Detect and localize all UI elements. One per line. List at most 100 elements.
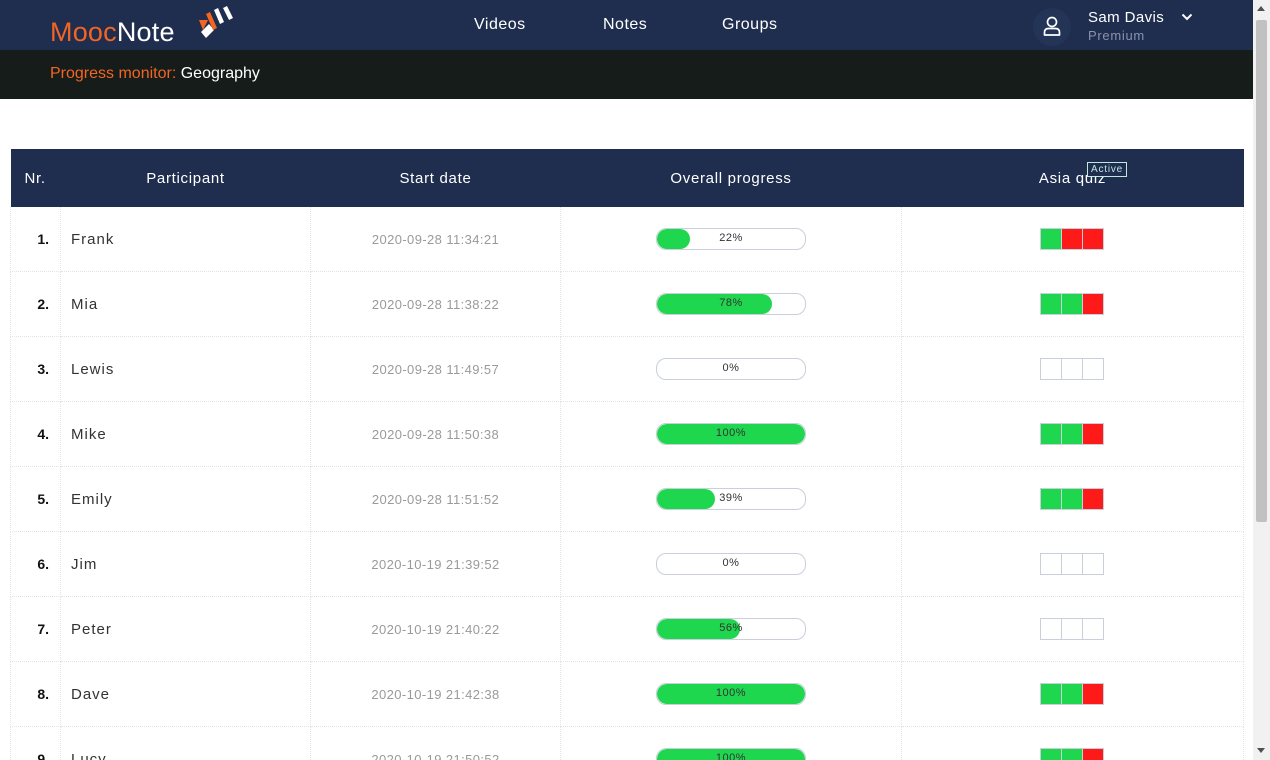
top-navbar: MoocNote Videos Notes Groups Sam Davis [0,0,1253,50]
table-row[interactable]: 4. Mike 2020-09-28 11:50:38 100% [10,401,1244,467]
nav-notes[interactable]: Notes [603,16,647,34]
progress-label: 39% [719,492,743,504]
participant-name[interactable]: Peter [60,596,311,662]
participant-name[interactable]: Mia [60,271,311,337]
quiz-answer-correct [1061,488,1083,510]
scroll-thumb[interactable] [1256,20,1267,522]
participant-name[interactable]: Lewis [60,336,311,402]
scroll-down-icon[interactable] [1257,748,1265,753]
quiz-cell [901,726,1244,760]
quiz-answer-correct [1040,488,1062,510]
quiz-answer-correct [1040,748,1062,760]
table-row[interactable]: 2. Mia 2020-09-28 11:38:22 78% [10,271,1244,337]
row-number: 4. [10,401,61,467]
quiz-answer-empty [1082,553,1104,575]
table-row[interactable]: 3. Lewis 2020-09-28 11:49:57 0% [10,336,1244,402]
quiz-results[interactable] [1040,553,1104,575]
row-number: 9. [10,726,61,760]
table-row[interactable]: 5. Emily 2020-09-28 11:51:52 39% [10,466,1244,532]
row-number: 2. [10,271,61,337]
quiz-answer-empty [1061,358,1083,380]
quiz-answer-empty [1082,358,1104,380]
scroll-up-icon[interactable] [1257,6,1265,11]
table-header-row: Nr. Participant Start date Overall progr… [10,149,1244,207]
participant-name[interactable]: Jim [60,531,311,597]
table-row[interactable]: 9. Lucy 2020-10-19 21:50:52 100% [10,726,1244,760]
quiz-results[interactable] [1040,618,1104,640]
quiz-cell [901,401,1244,467]
table-row[interactable]: 1. Frank 2020-09-28 11:34:21 22% [10,207,1244,272]
quiz-answer-empty [1040,358,1062,380]
header-nr: Nr. [10,149,61,207]
table-row[interactable]: 8. Dave 2020-10-19 21:42:38 100% [10,661,1244,727]
quiz-results[interactable] [1040,488,1104,510]
quiz-answer-empty [1061,553,1083,575]
header-quiz[interactable]: Asia quiz [901,149,1244,207]
header-progress[interactable]: Overall progress [560,149,902,207]
vertical-scrollbar[interactable] [1253,0,1270,760]
start-date: 2020-10-19 21:40:22 [310,596,561,662]
avatar[interactable] [1033,8,1071,46]
quiz-cell [901,207,1244,272]
progress-cell: 0% [560,531,902,597]
participant-name[interactable]: Lucy [60,726,311,760]
quiz-results[interactable] [1040,748,1104,760]
start-date: 2020-10-19 21:42:38 [310,661,561,727]
participant-name[interactable]: Emily [60,466,311,532]
quiz-cell [901,336,1244,402]
quiz-answer-wrong [1082,748,1104,760]
quiz-answer-empty [1061,618,1083,640]
quiz-answer-correct [1061,423,1083,445]
progress-label: 56% [719,622,743,634]
progress-label: 0% [722,557,740,569]
progress-bar: 100% [656,423,806,445]
quiz-answer-correct [1061,683,1083,705]
table-body: 1. Frank 2020-09-28 11:34:21 22% 2. Mia 2020-0… [10,207,1244,760]
quiz-answer-wrong [1061,228,1083,250]
quiz-results[interactable] [1040,358,1104,380]
quiz-cell [901,466,1244,532]
progress-bar: 78% [656,293,806,315]
table-row[interactable]: 7. Peter 2020-10-19 21:40:22 56% [10,596,1244,662]
progress-cell: 100% [560,401,902,467]
progress-bar: 0% [656,553,806,575]
progress-bar: 39% [656,488,806,510]
breadcrumb-value: Geography [180,65,260,82]
quiz-answer-empty [1040,553,1062,575]
quiz-answer-wrong [1082,228,1104,250]
row-number: 3. [10,336,61,402]
quiz-answer-wrong [1082,683,1104,705]
quiz-results[interactable] [1040,228,1104,250]
participant-name[interactable]: Mike [60,401,311,467]
row-number: 6. [10,531,61,597]
header-start-date[interactable]: Start date [310,149,561,207]
progress-table-container: Nr. Participant Start date Overall progr… [10,149,1244,760]
nav-videos[interactable]: Videos [474,16,526,34]
start-date: 2020-10-19 21:39:52 [310,531,561,597]
quiz-answer-correct [1061,293,1083,315]
nav-groups[interactable]: Groups [722,16,777,34]
quiz-results[interactable] [1040,293,1104,315]
progress-cell: 0% [560,336,902,402]
logo[interactable]: Mooc Note [50,6,233,50]
quiz-answer-empty [1082,618,1104,640]
row-number: 1. [10,207,61,272]
progress-label: 100% [715,687,747,699]
quiz-answer-wrong [1082,488,1104,510]
progress-cell: 22% [560,207,902,272]
page: MoocNote Videos Notes Groups Sam Davis [0,0,1270,760]
quiz-answer-wrong [1082,423,1104,445]
quiz-results[interactable] [1040,423,1104,445]
start-date: 2020-09-28 11:50:38 [310,401,561,467]
start-date: 2020-09-28 11:38:22 [310,271,561,337]
header-participant[interactable]: Participant [60,149,311,207]
participant-name[interactable]: Dave [60,661,311,727]
progress-bar: 56% [656,618,806,640]
table-row[interactable]: 6. Jim 2020-10-19 21:39:52 0% [10,531,1244,597]
participant-name[interactable]: Frank [60,207,311,272]
quiz-answer-correct [1040,683,1062,705]
quiz-results[interactable] [1040,683,1104,705]
chevron-down-icon[interactable] [1181,13,1193,21]
user-name[interactable]: Sam Davis [1088,9,1164,26]
progress-label: 100% [715,427,747,439]
